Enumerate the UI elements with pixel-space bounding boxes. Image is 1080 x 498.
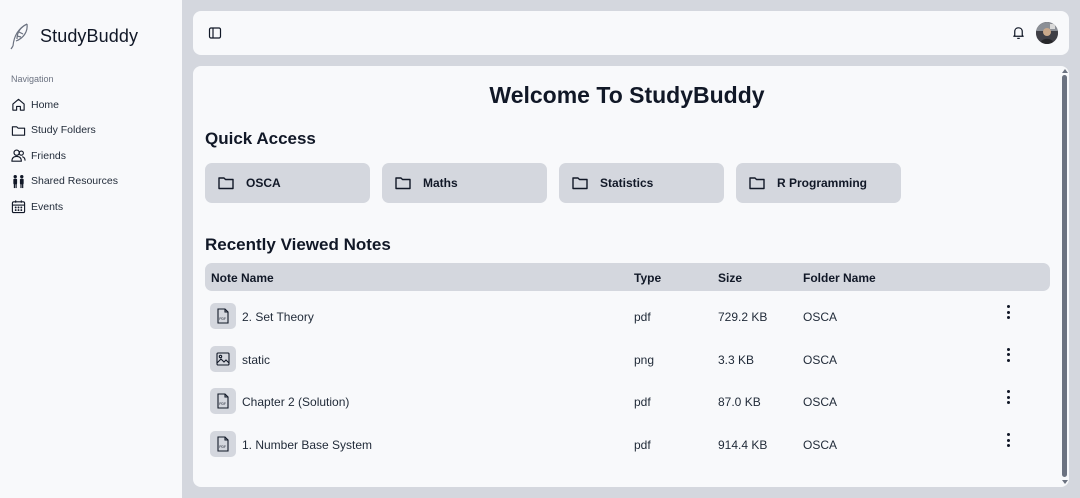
note-type: pdf — [634, 395, 651, 410]
svg-text:PDF: PDF — [219, 445, 226, 449]
table-row[interactable]: PDF 2. Set Theory pdf 729.2 KB OSCA — [205, 294, 1050, 337]
note-size: 729.2 KB — [718, 310, 768, 324]
bell-icon[interactable] — [1011, 25, 1026, 40]
svg-text:PDF: PDF — [219, 402, 226, 406]
sidebar-item-shared-resources[interactable]: Shared Resources — [11, 169, 176, 195]
nav-heading: Navigation — [11, 74, 54, 84]
pdf-file-icon: PDF — [210, 431, 236, 458]
sidebar: StudyBuddy Navigation Home Study Folders… — [0, 0, 182, 498]
home-icon — [12, 99, 25, 111]
column-header-size[interactable]: Size — [718, 271, 742, 285]
table-row[interactable]: PDF 1. Number Base System pdf 914.4 KB O… — [205, 422, 1050, 465]
brand[interactable]: StudyBuddy — [9, 22, 138, 50]
scroll-up-arrow-icon[interactable] — [1062, 69, 1068, 73]
quick-access-folder-statistics[interactable]: Statistics — [559, 163, 724, 203]
note-name[interactable]: static — [242, 353, 270, 367]
note-folder: OSCA — [803, 310, 838, 324]
sidebar-item-label: Shared Resources — [31, 175, 118, 188]
note-folder: OSCA — [803, 352, 838, 367]
note-size: 3.3 KB — [718, 352, 755, 367]
quick-access-folder-maths[interactable]: Maths — [382, 163, 547, 203]
table-row[interactable]: PDF Chapter 2 (Solution) pdf 87.0 KB OSC… — [205, 379, 1050, 422]
sidebar-item-label: Events — [31, 200, 64, 213]
image-file-icon — [210, 345, 236, 372]
note-folder: OSCA — [803, 395, 838, 410]
quick-access-list: OSCA Maths Statistics R Programming — [205, 163, 901, 203]
more-options-icon[interactable] — [1001, 347, 1015, 363]
note-folder: OSCA — [803, 438, 838, 453]
sidebar-item-friends[interactable]: Friends — [11, 143, 176, 169]
column-header-type[interactable]: Type — [634, 271, 661, 285]
table-header: Note Name Type Size Folder Name — [205, 263, 1050, 291]
calendar-icon — [11, 200, 26, 214]
note-size: 914.4 KB — [718, 438, 768, 453]
folder-label: Maths — [423, 176, 458, 190]
note-size: 87.0 KB — [718, 395, 761, 410]
page-title: Welcome To StudyBuddy — [489, 82, 765, 108]
sidebar-item-label: Friends — [31, 149, 67, 162]
folder-icon — [218, 177, 234, 190]
content-panel: Welcome To StudyBuddy Quick Access OSCA … — [193, 66, 1069, 487]
note-type: png — [634, 352, 655, 367]
folder-label: R Programming — [777, 176, 868, 190]
more-options-icon[interactable] — [1001, 389, 1015, 405]
avatar-image — [1036, 22, 1058, 44]
note-name[interactable]: Chapter 2 (Solution) — [242, 395, 349, 409]
notes-table-body: PDF 2. Set Theory pdf 729.2 KB OSCA stat… — [205, 294, 1050, 465]
pdf-file-icon: PDF — [210, 388, 236, 415]
sidebar-toggle-icon[interactable] — [208, 26, 222, 40]
feather-icon — [10, 23, 28, 50]
sidebar-item-study-folders[interactable]: Study Folders — [11, 118, 176, 144]
users-icon — [11, 149, 26, 162]
quick-access-title: Quick Access — [205, 129, 316, 148]
sidebar-item-label: Study Folders — [31, 124, 96, 137]
recent-notes-title: Recently Viewed Notes — [205, 235, 391, 254]
folder-label: Statistics — [600, 176, 654, 190]
scroll-thumb[interactable] — [1062, 75, 1067, 477]
svg-text:PDF: PDF — [219, 317, 226, 321]
sidebar-item-label: Home — [31, 98, 60, 111]
user-avatar[interactable] — [1036, 22, 1058, 44]
table-row[interactable]: static png 3.3 KB OSCA — [205, 337, 1050, 380]
people-icon — [13, 174, 24, 188]
quick-access-folder-osca[interactable]: OSCA — [205, 163, 370, 203]
sidebar-nav: Home Study Folders Friends Shared Resour… — [11, 92, 176, 220]
column-header-folder-name[interactable]: Folder Name — [803, 271, 876, 285]
content-scrollbar[interactable] — [1061, 66, 1069, 487]
note-name[interactable]: 2. Set Theory — [242, 310, 314, 324]
more-options-icon[interactable] — [1001, 432, 1015, 448]
folder-icon — [572, 177, 588, 190]
sidebar-item-home[interactable]: Home — [11, 92, 176, 118]
note-type: pdf — [634, 438, 651, 453]
quick-access-folder-r-programming[interactable]: R Programming — [736, 163, 901, 203]
top-bar — [193, 11, 1069, 55]
sidebar-item-events[interactable]: Events — [11, 194, 176, 220]
folder-icon — [395, 177, 411, 190]
more-options-icon[interactable] — [1001, 304, 1015, 320]
folder-icon — [11, 125, 26, 136]
folder-icon — [749, 177, 765, 190]
pdf-file-icon: PDF — [210, 303, 236, 329]
brand-name: StudyBuddy — [40, 25, 139, 46]
scroll-down-arrow-icon[interactable] — [1062, 480, 1068, 484]
note-type: pdf — [634, 310, 651, 324]
column-header-note-name[interactable]: Note Name — [211, 271, 274, 285]
note-name[interactable]: 1. Number Base System — [242, 438, 372, 452]
folder-label: OSCA — [246, 176, 281, 190]
